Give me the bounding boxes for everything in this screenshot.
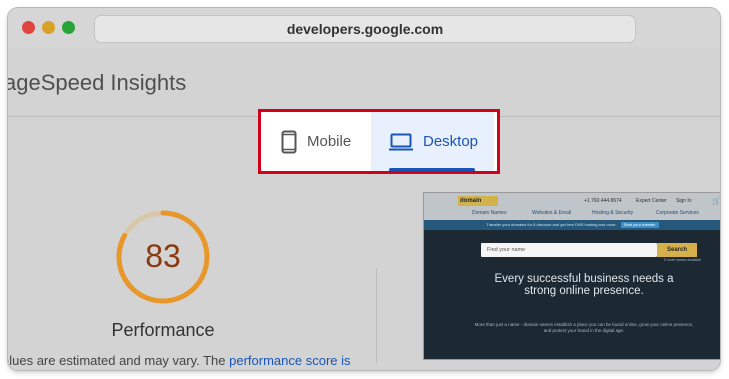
browser-titlebar: developers.google.com xyxy=(8,8,720,48)
tab-mobile-label: Mobile xyxy=(307,133,352,150)
preview-nav-item: Hosting & Security xyxy=(592,210,634,216)
device-tabs: Mobile Desktop xyxy=(258,109,500,174)
performance-score-link[interactable]: performance score is xyxy=(229,353,350,368)
preview-headline: Every successful business needs a strong… xyxy=(494,273,674,297)
preview-signin: Sign In xyxy=(676,198,692,204)
tab-desktop-label: Desktop xyxy=(423,133,479,150)
address-bar[interactable]: developers.google.com xyxy=(94,15,636,43)
performance-score: 83 xyxy=(145,238,181,274)
tab-mobile[interactable]: Mobile xyxy=(261,112,371,171)
close-window-button[interactable] xyxy=(22,21,35,34)
preview-account: Expert Center xyxy=(636,198,667,204)
preview-nav-item: Corporate Services xyxy=(656,210,699,216)
minimize-window-button[interactable] xyxy=(42,21,55,34)
preview-phone: +1.760.444.8674 xyxy=(584,198,622,204)
preview-nav: Domain Names Websites & Email Hosting & … xyxy=(424,209,720,220)
phone-icon xyxy=(281,130,297,153)
page-title: ageSpeed Insights xyxy=(8,70,187,95)
page-screenshot-preview: domain +1.760.444.8674 Expert Center Sig… xyxy=(423,192,720,360)
preview-subtext: More than just a name - domain names est… xyxy=(474,322,694,333)
preview-banner-text: Transfer your domains for 8 discount and… xyxy=(486,222,617,227)
preview-hero: Find your name Search 5 more names avail… xyxy=(424,230,720,359)
preview-search-button: Search xyxy=(657,243,697,257)
cart-icon: 🛒 xyxy=(712,198,720,205)
preview-nav-item: Domain Names xyxy=(472,210,507,216)
zoom-window-button[interactable] xyxy=(62,21,75,34)
preview-banner-chip: Start your transfer xyxy=(620,222,659,228)
preview-search-input: Find your name xyxy=(481,243,657,257)
browser-window: developers.google.com ageSpeed Insights … xyxy=(8,8,720,370)
preview-nav-item: Websites & Email xyxy=(532,210,572,216)
laptop-icon xyxy=(389,133,413,150)
preview-banner: Transfer your domains for 8 discount and… xyxy=(424,220,720,230)
score-footnote: alues are estimated and may vary. The pe… xyxy=(8,353,351,368)
selected-tab-indicator xyxy=(389,168,475,171)
performance-label: Performance xyxy=(111,320,215,340)
preview-header: domain +1.760.444.8674 Expert Center Sig… xyxy=(424,193,720,220)
preview-search-note: 5 more names available xyxy=(664,258,702,262)
column-divider xyxy=(376,268,377,363)
tab-desktop[interactable]: Desktop xyxy=(371,112,494,171)
page-content: ageSpeed Insights Mobile Desktop 83 Perf… xyxy=(8,48,720,370)
footnote-text: alues are estimated and may vary. The xyxy=(8,353,230,368)
preview-logo: domain xyxy=(458,196,498,206)
